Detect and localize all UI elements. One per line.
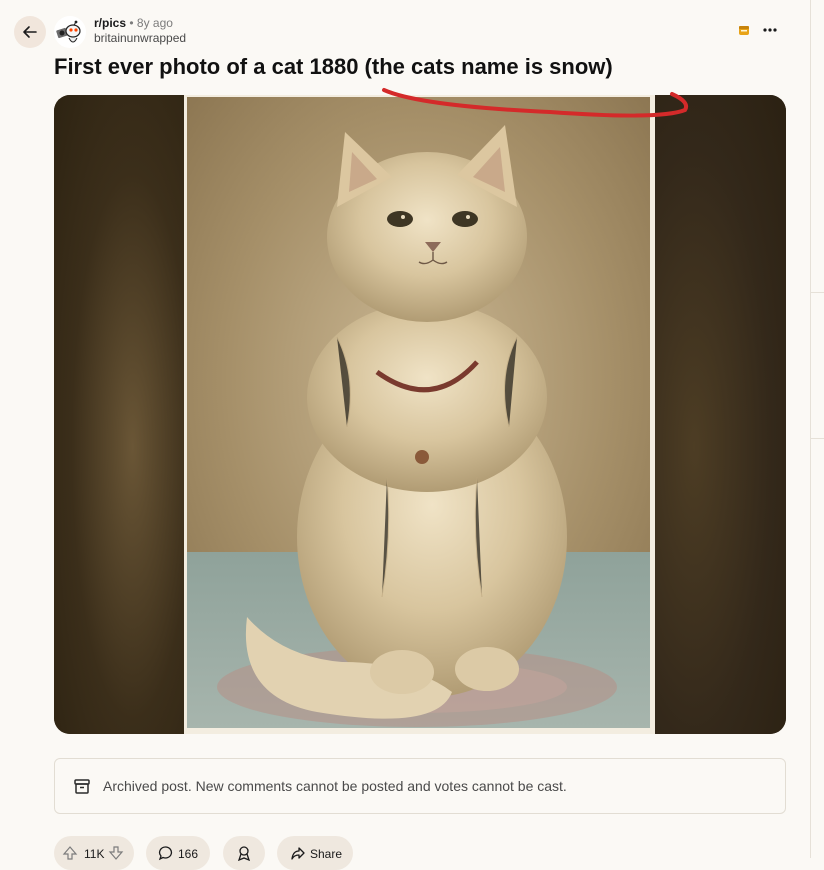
subreddit-avatar-icon [54, 16, 86, 48]
media-blur-left [54, 95, 185, 734]
award-pill-button[interactable] [223, 836, 265, 870]
back-button[interactable] [14, 16, 46, 48]
archive-icon [74, 779, 90, 794]
cat-photo-image [187, 97, 650, 728]
author-link[interactable]: britainunwrapped [94, 31, 186, 46]
post-actions: 11K 166 Share [54, 836, 794, 870]
downvote-icon[interactable] [108, 845, 124, 861]
cat-photo [184, 95, 655, 734]
share-label: Share [310, 847, 343, 861]
more-options-icon [763, 28, 777, 32]
post-meta: r/pics • 8y ago britainunwrapped [94, 16, 186, 46]
share-button[interactable]: Share [277, 836, 353, 870]
right-rail-divider [810, 292, 824, 293]
award-button[interactable] [736, 22, 752, 38]
share-icon [291, 847, 305, 860]
meta-separator: • [129, 16, 134, 30]
archived-notice-text: Archived post. New comments cannot be po… [103, 778, 567, 794]
post-header: r/pics • 8y ago britainunwrapped [14, 14, 794, 50]
award-pill-icon [237, 846, 251, 861]
vote-count: 11K [84, 847, 105, 861]
comment-icon [158, 846, 173, 861]
subreddit-link[interactable]: r/pics [94, 16, 126, 30]
back-arrow-icon [23, 26, 37, 38]
right-rail-edge [810, 0, 824, 858]
more-options-button[interactable] [760, 20, 780, 40]
vote-pill: 11K [54, 836, 134, 870]
post-media[interactable] [54, 95, 786, 734]
post-age: 8y ago [136, 16, 173, 30]
award-icon [739, 26, 749, 35]
post-page: r/pics • 8y ago britainunwrapped First e… [0, 0, 810, 870]
right-rail-divider [810, 438, 824, 439]
archived-notice: Archived post. New comments cannot be po… [54, 758, 786, 814]
comment-count: 166 [178, 847, 199, 861]
post-title[interactable]: First ever photo of a cat 1880 (the cats… [54, 52, 774, 82]
comments-button[interactable]: 166 [146, 836, 210, 870]
upvote-icon[interactable] [62, 845, 78, 861]
media-blur-right [655, 95, 786, 734]
subreddit-avatar[interactable] [54, 16, 86, 48]
